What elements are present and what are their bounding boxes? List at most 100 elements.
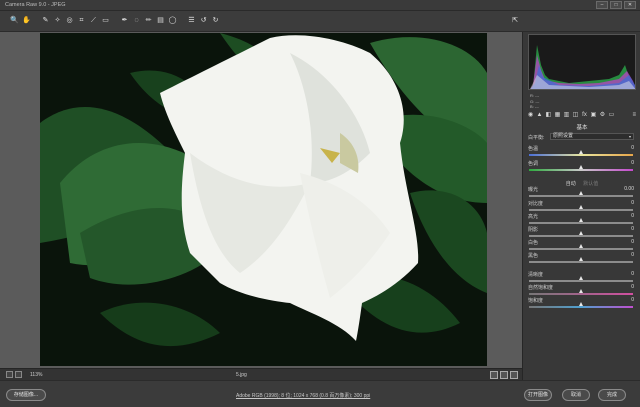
- auto-default-row: 自动 默认值: [523, 180, 640, 187]
- crop-tool-icon[interactable]: ⌗: [77, 16, 86, 26]
- white-balance-tool-icon[interactable]: ✎: [41, 16, 50, 26]
- targeted-adjustment-tool-icon[interactable]: ◎: [65, 16, 74, 26]
- preview-toggle-button[interactable]: [510, 371, 518, 379]
- workflow-options-link[interactable]: Adobe RGB (1998); 8 位; 1024 x 768 (0.8 百…: [236, 392, 370, 399]
- open-image-button[interactable]: 打开图像: [524, 389, 552, 401]
- slider-track[interactable]: [529, 306, 633, 308]
- panel-title: 基本: [576, 125, 588, 131]
- maximize-button[interactable]: □: [610, 1, 622, 9]
- slider-row: 自然饱和度 0: [528, 284, 636, 297]
- cancel-button[interactable]: 取消: [562, 389, 590, 401]
- slider-thumb[interactable]: [578, 244, 583, 248]
- before-after-button[interactable]: [490, 371, 498, 379]
- slider-thumb[interactable]: [578, 302, 583, 306]
- slider-value[interactable]: 0: [614, 297, 634, 303]
- rotate-ccw-icon[interactable]: ↺: [199, 16, 208, 26]
- slider-track[interactable]: [529, 248, 633, 250]
- slider-value[interactable]: 0: [614, 226, 634, 232]
- slider-value[interactable]: 0: [614, 145, 634, 151]
- graduated-filter-tool-icon[interactable]: ▤: [156, 16, 165, 26]
- slider-thumb[interactable]: [578, 205, 583, 209]
- done-button[interactable]: 完成: [598, 389, 626, 401]
- tone-curve-tab-icon[interactable]: ▲: [536, 112, 543, 119]
- slider-value[interactable]: 0: [614, 200, 634, 206]
- rotate-cw-icon[interactable]: ↻: [211, 16, 220, 26]
- slider-value[interactable]: 0: [614, 271, 634, 277]
- slider-track[interactable]: [529, 261, 633, 263]
- slider-label: 色温: [528, 146, 539, 152]
- slider-thumb[interactable]: [578, 218, 583, 222]
- effects-tab-icon[interactable]: fx: [581, 112, 588, 119]
- slider-track[interactable]: [529, 195, 633, 197]
- fullscreen-toggle-icon[interactable]: ⇱: [512, 16, 518, 24]
- red-eye-tool-icon[interactable]: ◌: [132, 16, 141, 26]
- detail-tab-icon[interactable]: ◧: [545, 112, 552, 119]
- slider-thumb[interactable]: [578, 276, 583, 280]
- white-balance-value: 原照设置: [553, 133, 574, 139]
- slider-track[interactable]: [529, 222, 633, 224]
- split-toning-tab-icon[interactable]: ▥: [563, 112, 570, 119]
- slider-thumb[interactable]: [578, 289, 583, 293]
- slider-row: 阴影 0: [528, 226, 636, 239]
- white-balance-select[interactable]: 原照设置 ▾: [550, 133, 634, 140]
- color-sampler-tool-icon[interactable]: ✧: [53, 16, 62, 26]
- rgb-r: R: ---: [530, 93, 540, 98]
- slider-row: 黑色 0: [528, 252, 636, 265]
- slider-value[interactable]: 0: [614, 252, 634, 258]
- straighten-tool-icon[interactable]: ⟋: [89, 16, 98, 26]
- lens-tab-icon[interactable]: ◫: [572, 112, 579, 119]
- slider-label: 阴影: [528, 227, 539, 233]
- hsl-tab-icon[interactable]: ▦: [554, 112, 561, 119]
- slider-track[interactable]: [529, 154, 633, 156]
- photo-preview[interactable]: [40, 33, 487, 366]
- slider-label: 白色: [528, 240, 539, 246]
- presets-tab-icon[interactable]: ⚙: [599, 112, 606, 119]
- save-image-button[interactable]: 存储图像...: [6, 389, 46, 401]
- panel-menu-icon[interactable]: ≡: [632, 112, 636, 118]
- auto-link[interactable]: 自动: [566, 181, 576, 187]
- adjustment-panel: R: --- G: --- B: --- ◉ ▲ ◧ ▦ ▥ ◫ fx ▣ ⚙ ▭ ≡ 基本 白平…: [522, 32, 640, 380]
- zoom-out-button[interactable]: [6, 371, 13, 378]
- slider-value[interactable]: 0: [614, 213, 634, 219]
- slider-track[interactable]: [529, 280, 633, 282]
- toggle-settings-button[interactable]: [500, 371, 508, 379]
- preview-canvas: [0, 32, 522, 368]
- window-controls: – □ ✕: [596, 1, 636, 9]
- flower-photo: [40, 33, 487, 366]
- zoom-level[interactable]: 113%: [30, 372, 42, 378]
- slider-thumb[interactable]: [578, 257, 583, 261]
- status-bar: 113% 5.jpg: [0, 368, 522, 380]
- slider-track[interactable]: [529, 235, 633, 237]
- slider-label: 对比度: [528, 201, 544, 207]
- slider-thumb[interactable]: [578, 231, 583, 235]
- slider-thumb[interactable]: [578, 165, 583, 169]
- bottom-bar: 存储图像... Adobe RGB (1998); 8 位; 1024 x 76…: [0, 380, 640, 407]
- transform-tool-icon[interactable]: ▭: [101, 16, 110, 26]
- toolbar-separator: [113, 16, 117, 26]
- zoom-tool-icon[interactable]: 🔍: [10, 16, 19, 26]
- snapshots-tab-icon[interactable]: ▭: [608, 112, 615, 119]
- hand-tool-icon[interactable]: ✋: [22, 16, 31, 26]
- camera-calibration-tab-icon[interactable]: ▣: [590, 112, 597, 119]
- spot-removal-tool-icon[interactable]: ✒: [120, 16, 129, 26]
- basic-tab-icon[interactable]: ◉: [527, 112, 534, 119]
- default-link[interactable]: 默认值: [583, 181, 598, 187]
- slider-thumb[interactable]: [578, 191, 583, 195]
- slider-track[interactable]: [529, 209, 633, 211]
- slider-row: 高光 0: [528, 213, 636, 226]
- close-button[interactable]: ✕: [624, 1, 636, 9]
- minimize-button[interactable]: –: [596, 1, 608, 9]
- slider-track[interactable]: [529, 169, 633, 171]
- slider-row: 色温 0: [528, 145, 636, 158]
- radial-filter-tool-icon[interactable]: ◯: [168, 16, 177, 26]
- slider-value[interactable]: 0: [614, 284, 634, 290]
- slider-value[interactable]: 0: [614, 239, 634, 245]
- slider-row: 色调 0: [528, 160, 636, 173]
- slider-value[interactable]: 0: [614, 160, 634, 166]
- slider-track[interactable]: [529, 293, 633, 295]
- slider-label: 曝光: [528, 187, 539, 193]
- zoom-in-button[interactable]: [15, 371, 22, 378]
- slider-thumb[interactable]: [578, 150, 583, 154]
- preferences-icon[interactable]: ☰: [187, 16, 196, 26]
- adjustment-brush-tool-icon[interactable]: ✏: [144, 16, 153, 26]
